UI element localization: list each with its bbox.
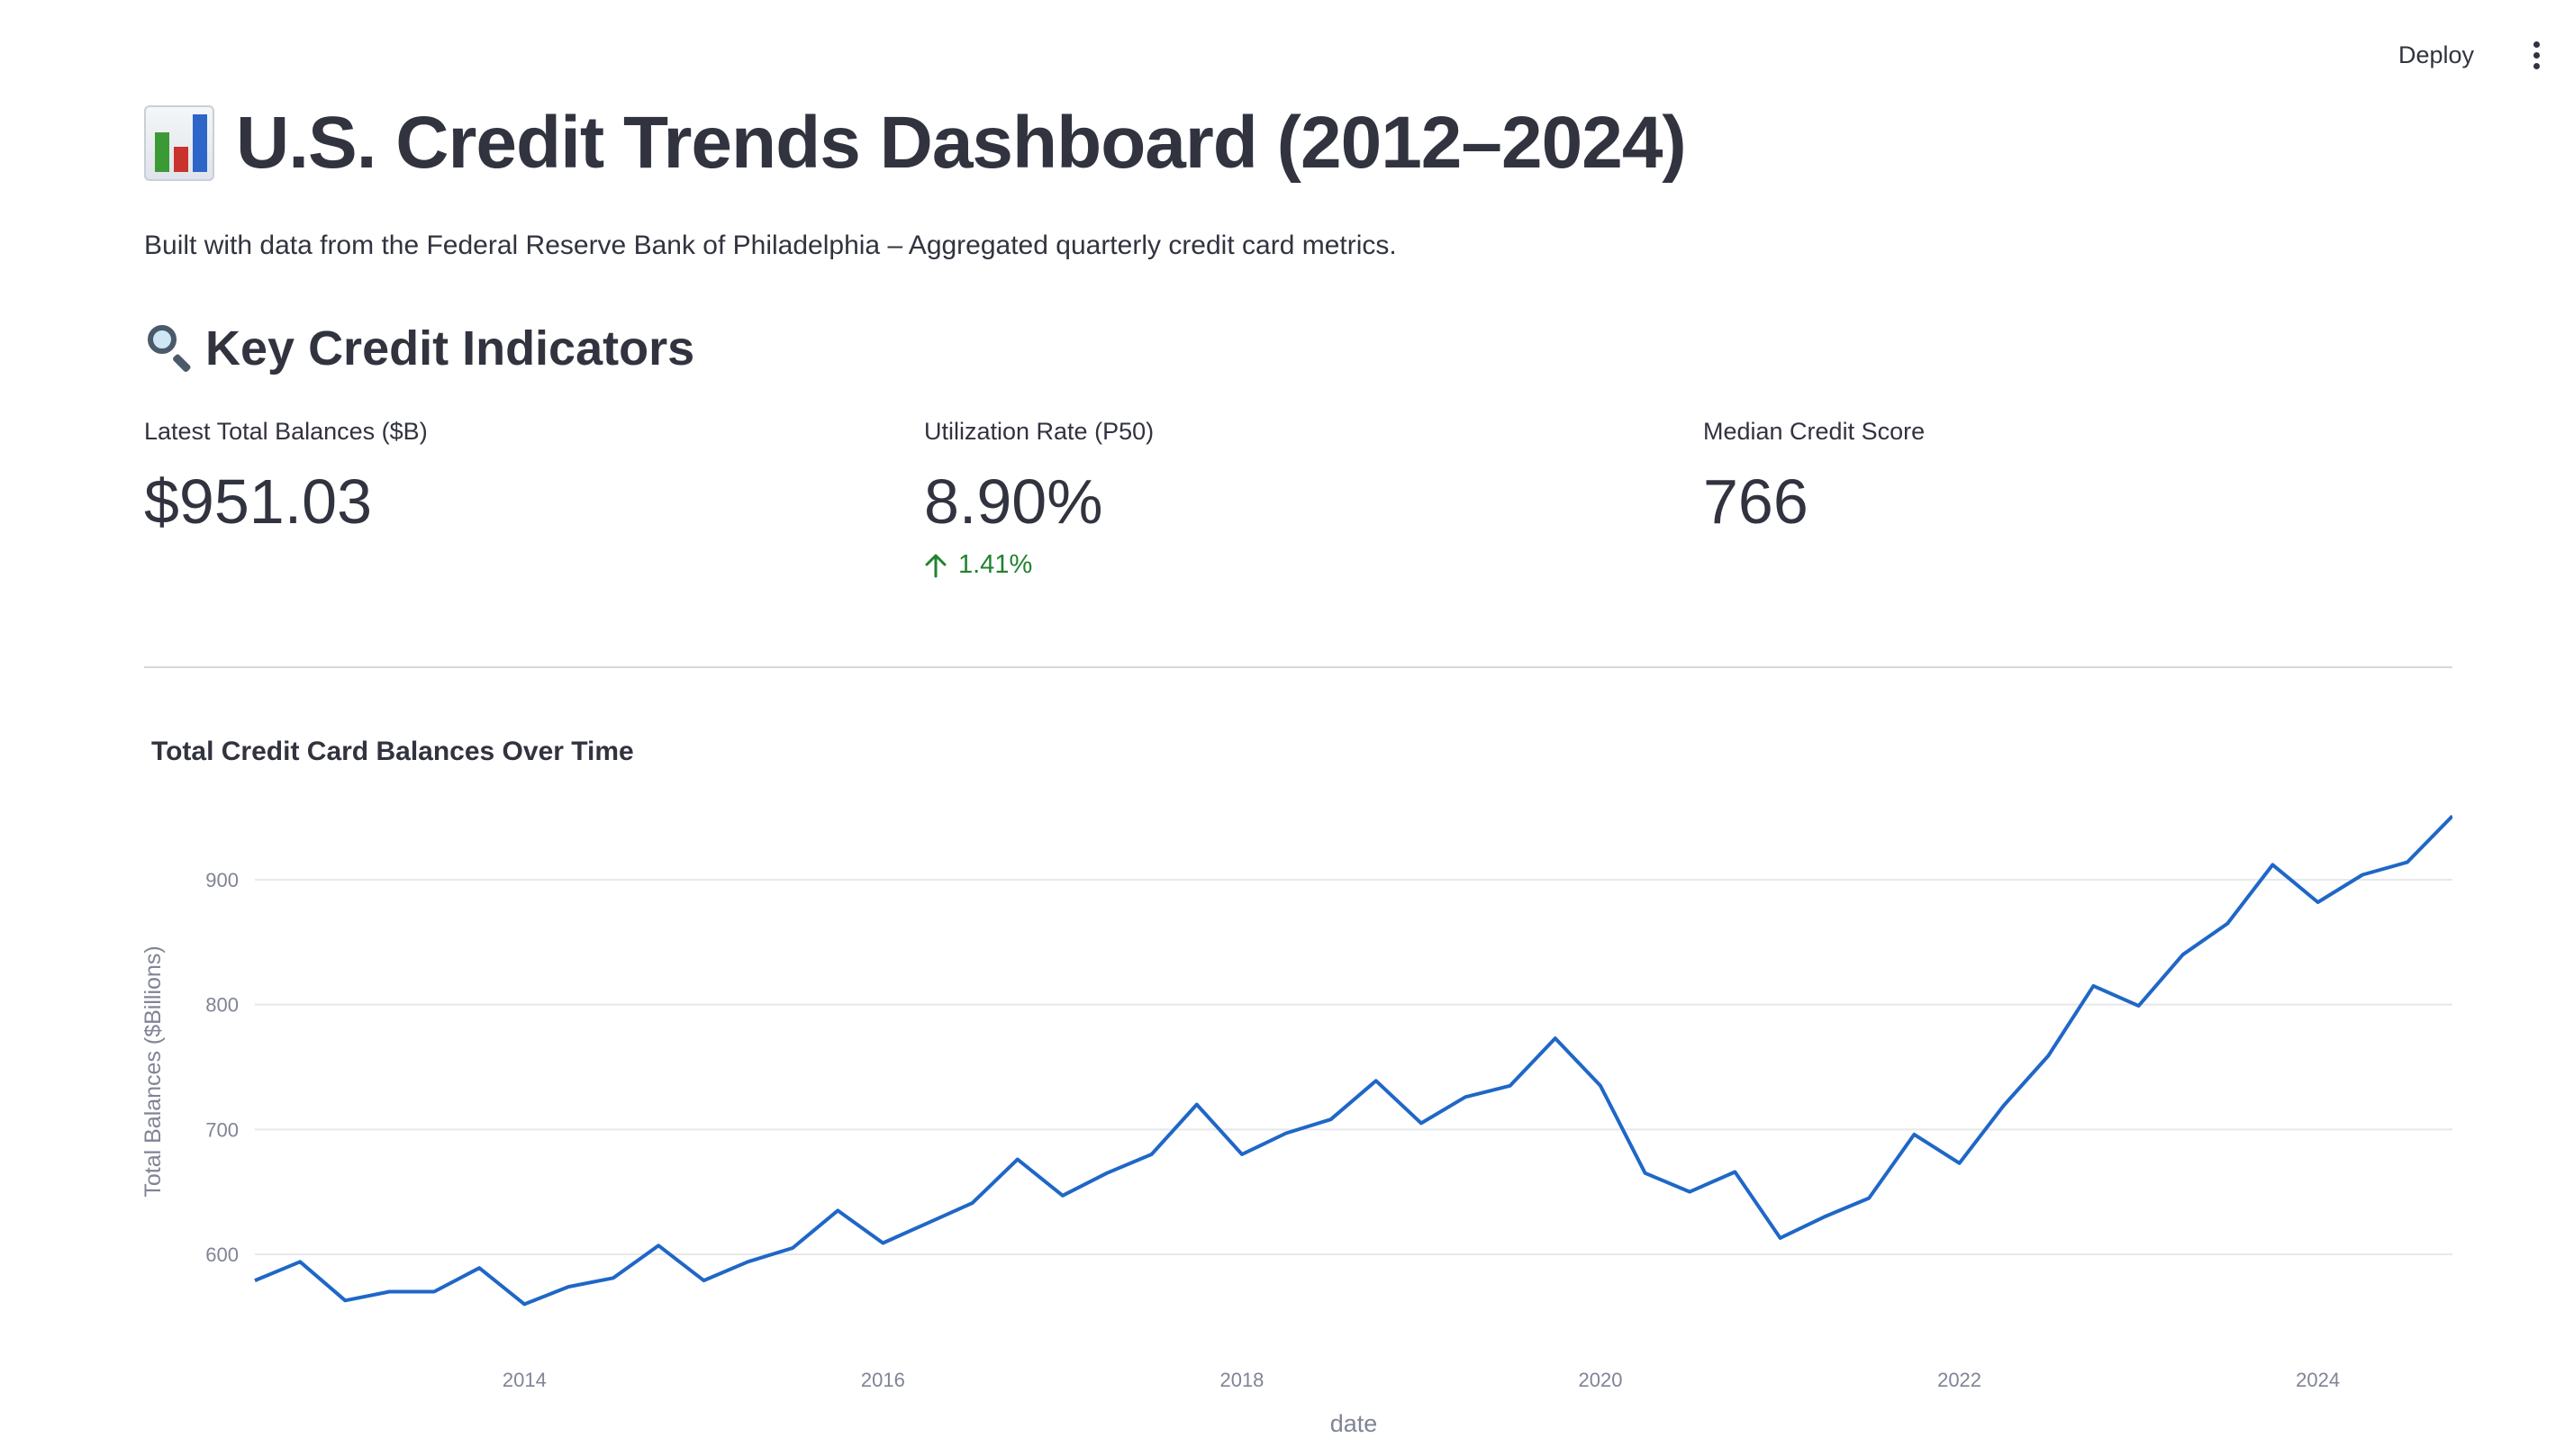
- data-point[interactable]: [1192, 1099, 1202, 1110]
- y-tick-label: 700: [205, 1118, 239, 1141]
- data-point[interactable]: [249, 1275, 260, 1286]
- line-chart-svg[interactable]: 600 700 800 900 2014 2016 2018 2020 2022 2024 To…: [140, 720, 2454, 1451]
- grid-lines: [255, 879, 2452, 1255]
- data-point[interactable]: [1460, 1091, 1471, 1102]
- data-point[interactable]: [1819, 1211, 1830, 1222]
- metric-median-credit-score: Median Credit Score 766: [1703, 418, 1925, 538]
- data-point[interactable]: [1729, 1166, 1740, 1177]
- metric-label: Latest Total Balances ($B): [144, 418, 428, 445]
- page-title: U.S. Credit Trends Dashboard (2012–2024): [236, 102, 1687, 184]
- page-header: U.S. Credit Trends Dashboard (2012–2024): [144, 101, 1687, 185]
- kebab-dot: [2533, 63, 2540, 69]
- series-points: [249, 810, 2452, 1309]
- data-point[interactable]: [2402, 857, 2413, 868]
- data-point[interactable]: [1863, 1193, 1874, 1204]
- section-divider: [144, 666, 2452, 668]
- x-tick-label: 2020: [1579, 1369, 1623, 1391]
- kebab-dot: [2533, 41, 2540, 48]
- x-tick-label: 2014: [503, 1369, 547, 1391]
- x-tick-label: 2024: [2296, 1369, 2340, 1391]
- magnifier-icon: [144, 323, 195, 374]
- y-axis-label: Total Balances ($Billions): [144, 945, 166, 1197]
- kebab-menu-icon[interactable]: [2530, 38, 2543, 73]
- data-point[interactable]: [2267, 859, 2278, 870]
- x-axis-label: date: [1330, 1410, 1378, 1437]
- data-point[interactable]: [1057, 1190, 1068, 1201]
- arrow-up-icon: [925, 554, 947, 577]
- metric-value: 766: [1703, 466, 1808, 537]
- data-point[interactable]: [698, 1275, 709, 1286]
- data-point[interactable]: [877, 1237, 888, 1248]
- data-point[interactable]: [1908, 1129, 1919, 1140]
- data-point[interactable]: [1371, 1075, 1382, 1086]
- chart-title: Total Credit Card Balances Over Time: [151, 737, 634, 766]
- series-line[interactable]: [254, 814, 2454, 1307]
- data-point[interactable]: [519, 1298, 530, 1309]
- data-point[interactable]: [922, 1217, 933, 1228]
- data-point[interactable]: [608, 1272, 619, 1283]
- data-point[interactable]: [1147, 1149, 1157, 1160]
- x-axis-ticks: 2014 2016 2018 2020 2022 2024: [503, 1369, 2340, 1391]
- x-tick-label: 2018: [1219, 1369, 1264, 1391]
- metric-value: $951.03: [144, 466, 373, 537]
- data-point[interactable]: [2357, 870, 2368, 881]
- y-axis-ticks: 600 700 800 900: [205, 869, 239, 1266]
- x-tick-label: 2022: [1937, 1369, 1981, 1391]
- metric-value: 8.90%: [924, 466, 1103, 537]
- data-point[interactable]: [1416, 1117, 1427, 1128]
- top-toolbar: Deploy: [2389, 36, 2543, 75]
- data-point[interactable]: [1237, 1149, 1247, 1160]
- data-point[interactable]: [653, 1240, 664, 1251]
- metric-total-balances: Latest Total Balances ($B) $951.03: [144, 418, 428, 538]
- data-point[interactable]: [295, 1256, 305, 1267]
- data-point[interactable]: [1101, 1168, 1112, 1179]
- page-subtitle: Built with data from the Federal Reserve…: [144, 231, 1397, 260]
- data-point[interactable]: [2222, 918, 2233, 929]
- data-point[interactable]: [2043, 1051, 2053, 1062]
- section-title: Key Credit Indicators: [205, 321, 695, 375]
- y-tick-label: 600: [205, 1243, 239, 1266]
- data-point[interactable]: [832, 1205, 843, 1216]
- data-point[interactable]: [340, 1295, 350, 1306]
- data-point[interactable]: [742, 1256, 753, 1267]
- balances-chart[interactable]: Total Credit Card Balances Over Time 600…: [140, 720, 2454, 1451]
- data-point[interactable]: [1012, 1154, 1023, 1165]
- metric-delta: 1.41%: [924, 550, 1154, 580]
- data-point[interactable]: [1550, 1033, 1561, 1044]
- data-point[interactable]: [787, 1243, 798, 1253]
- x-tick-label: 2016: [861, 1369, 905, 1391]
- metric-label: Median Credit Score: [1703, 418, 1926, 445]
- deploy-button[interactable]: Deploy: [2389, 36, 2483, 75]
- data-point[interactable]: [563, 1281, 574, 1292]
- data-point[interactable]: [2088, 981, 2098, 991]
- data-point[interactable]: [2134, 1000, 2144, 1011]
- data-point[interactable]: [474, 1262, 485, 1273]
- data-point[interactable]: [2313, 897, 2324, 908]
- data-point[interactable]: [967, 1198, 978, 1208]
- metric-delta-value: 1.41%: [958, 550, 1033, 579]
- data-point[interactable]: [1998, 1100, 2009, 1111]
- data-point[interactable]: [1595, 1081, 1606, 1091]
- data-point[interactable]: [1326, 1114, 1337, 1125]
- data-point[interactable]: [1954, 1158, 1965, 1169]
- data-point[interactable]: [1775, 1233, 1786, 1243]
- section-header: Key Credit Indicators: [144, 321, 694, 376]
- data-point[interactable]: [1505, 1081, 1516, 1091]
- data-point[interactable]: [1684, 1187, 1695, 1198]
- data-point[interactable]: [384, 1287, 394, 1298]
- data-point[interactable]: [429, 1287, 440, 1298]
- data-point[interactable]: [1281, 1127, 1292, 1138]
- kebab-dot: [2533, 52, 2540, 59]
- y-tick-label: 900: [205, 869, 239, 891]
- data-point[interactable]: [1640, 1168, 1651, 1179]
- bar-chart-icon: [144, 105, 214, 181]
- metric-label: Utilization Rate (P50): [924, 418, 1155, 445]
- metric-utilization-rate: Utilization Rate (P50) 8.90% 1.41%: [924, 418, 1154, 580]
- data-point[interactable]: [2178, 949, 2189, 960]
- y-tick-label: 800: [205, 994, 239, 1017]
